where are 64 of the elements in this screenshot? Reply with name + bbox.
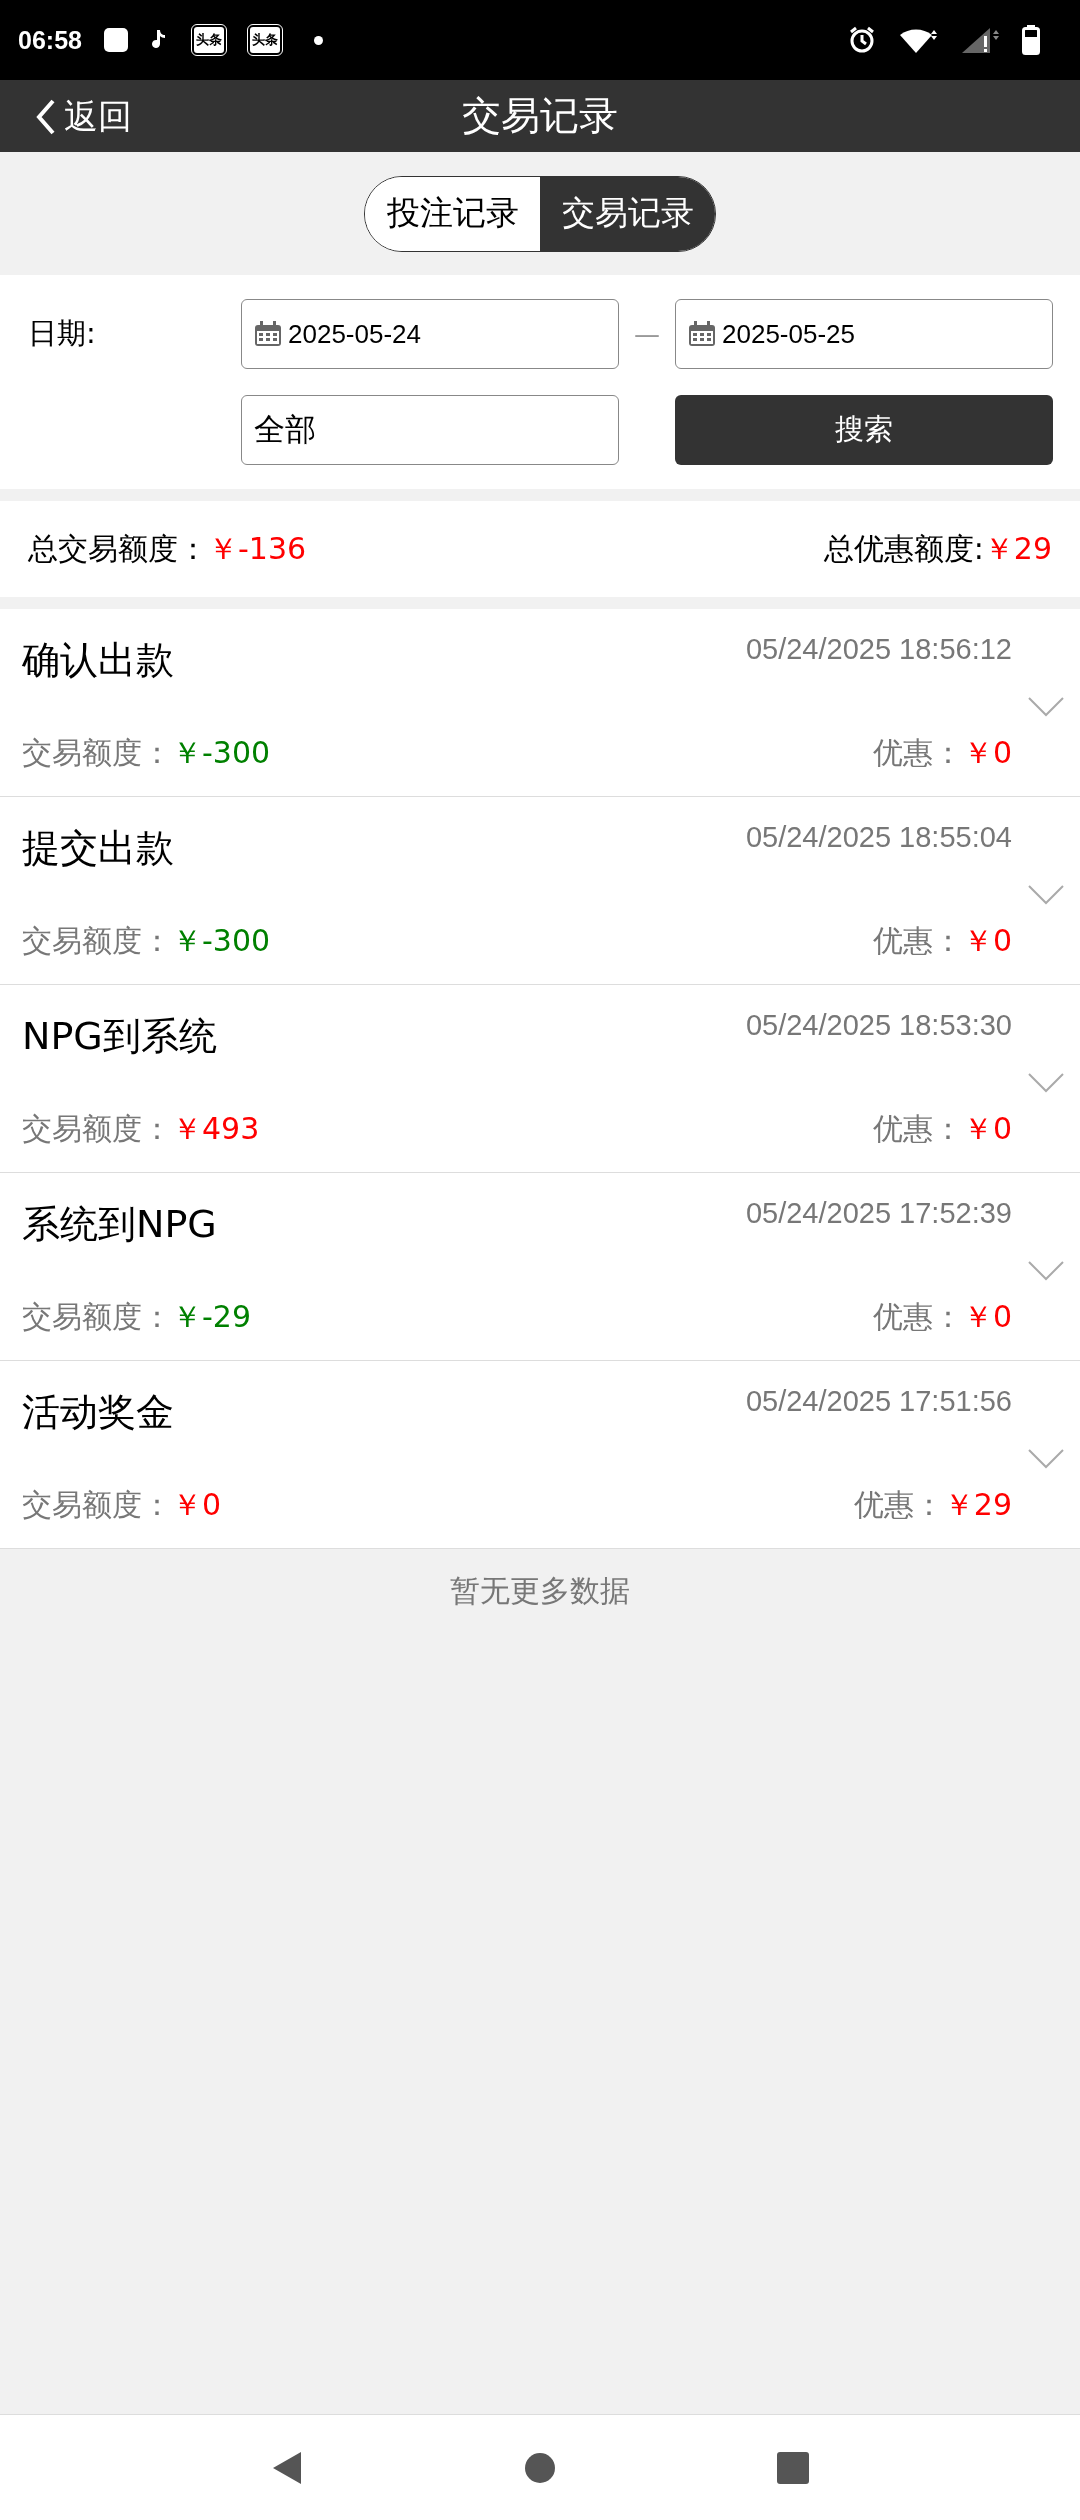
amount-value: ￥-300 bbox=[172, 921, 271, 960]
signal-icon bbox=[960, 26, 1000, 54]
discount-value: ￥0 bbox=[962, 921, 1012, 960]
amount-value: ￥493 bbox=[172, 1109, 260, 1148]
app-badge: 头条 bbox=[191, 25, 226, 55]
amount-label: 交易额度： bbox=[22, 733, 172, 772]
search-button[interactable]: 搜索 bbox=[675, 395, 1053, 465]
record-time: 05/24/2025 18:55:04 bbox=[745, 821, 1012, 854]
amount-value: ￥-29 bbox=[172, 1297, 251, 1336]
back-button[interactable]: 返回 bbox=[32, 90, 136, 144]
total-discount-value: ￥29 bbox=[983, 529, 1052, 568]
date-separator: — bbox=[633, 319, 661, 349]
notification-icon bbox=[103, 28, 128, 52]
discount-value: ￥0 bbox=[962, 1297, 1012, 1336]
discount-label: 优惠： bbox=[872, 921, 963, 960]
discount-value: ￥0 bbox=[962, 1109, 1012, 1148]
discount-label: 优惠： bbox=[872, 1297, 963, 1336]
record-time: 05/24/2025 18:56:12 bbox=[745, 633, 1012, 666]
total-discount-label: 总优惠额度: bbox=[823, 529, 984, 568]
discount-label: 优惠： bbox=[853, 1485, 944, 1524]
tab[interactable]: 交易记录 bbox=[540, 176, 715, 251]
no-more-data-text: 暂无更多数据 bbox=[450, 1573, 630, 1608]
amount-value: ￥0 bbox=[172, 1485, 222, 1524]
back-label: 返回 bbox=[64, 95, 132, 138]
battery-icon bbox=[1022, 25, 1040, 55]
record-title: 系统到NPG bbox=[22, 1201, 217, 1248]
discount-label: 优惠： bbox=[872, 733, 963, 772]
amount-label: 交易额度： bbox=[22, 1485, 172, 1524]
dot-icon bbox=[313, 35, 323, 45]
record-time: 05/24/2025 17:51:56 bbox=[745, 1385, 1012, 1418]
alarm-icon bbox=[848, 26, 876, 54]
record-title: 活动奖金 bbox=[22, 1389, 174, 1436]
discount-value: ￥29 bbox=[943, 1485, 1012, 1524]
date-label: 日期: bbox=[28, 315, 97, 352]
amount-label: 交易额度： bbox=[22, 1109, 172, 1148]
tab[interactable]: 投注记录 bbox=[365, 176, 540, 251]
record-time: 05/24/2025 18:53:30 bbox=[745, 1009, 1012, 1042]
record-time: 05/24/2025 17:52:39 bbox=[745, 1197, 1012, 1230]
end-date-field[interactable]: 2025-05-25 bbox=[675, 299, 1053, 369]
expand-chevron-icon[interactable] bbox=[1028, 1449, 1064, 1469]
recents-nav-icon[interactable] bbox=[777, 2451, 810, 2484]
amount-label: 交易额度： bbox=[22, 1297, 172, 1336]
amount-label: 交易额度： bbox=[22, 921, 172, 960]
app-badge: 头条 bbox=[247, 25, 282, 55]
start-date-field[interactable]: 2025-05-24 bbox=[241, 299, 619, 369]
type-select[interactable]: 全部 bbox=[241, 395, 619, 465]
expand-chevron-icon[interactable] bbox=[1028, 1261, 1064, 1281]
back-chevron-icon bbox=[36, 99, 56, 135]
discount-label: 优惠： bbox=[872, 1109, 963, 1148]
total-amount-label: 总交易额度： bbox=[28, 529, 208, 568]
record-title: 提交出款 bbox=[22, 825, 174, 872]
calendar-icon bbox=[254, 321, 282, 347]
page-title: 交易记录 bbox=[462, 92, 618, 140]
record-title: 确认出款 bbox=[22, 637, 174, 684]
expand-chevron-icon[interactable] bbox=[1028, 885, 1064, 905]
home-nav-icon[interactable] bbox=[524, 2451, 556, 2484]
calendar-icon bbox=[688, 321, 716, 347]
amount-value: ￥-300 bbox=[172, 733, 271, 772]
record-title: NPG到系统 bbox=[22, 1013, 217, 1060]
total-amount-value: ￥-136 bbox=[208, 529, 307, 568]
status-time: 06:58 bbox=[18, 25, 82, 55]
expand-chevron-icon[interactable] bbox=[1028, 697, 1064, 717]
discount-value: ￥0 bbox=[962, 733, 1012, 772]
expand-chevron-icon[interactable] bbox=[1028, 1073, 1064, 1093]
